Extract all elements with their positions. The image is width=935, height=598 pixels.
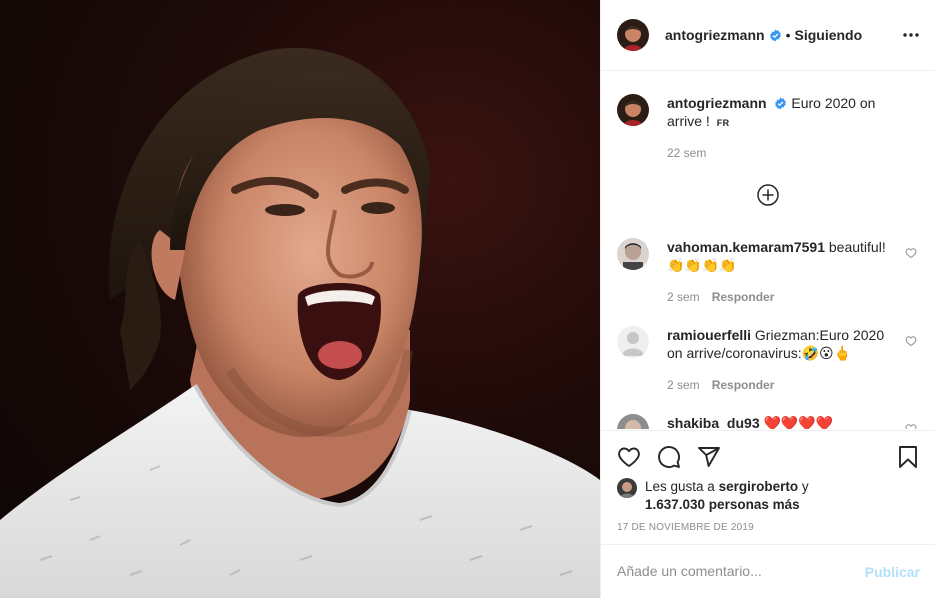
publish-button[interactable]: Publicar bbox=[865, 564, 920, 580]
reply-button[interactable]: Responder bbox=[712, 290, 775, 304]
comment-item: shakiba_du93 ❤️❤️❤️❤️ bbox=[617, 414, 917, 429]
likes-text: Les gusta a sergiroberto y 1.637.030 per… bbox=[645, 478, 809, 514]
plus-circle-icon[interactable] bbox=[757, 184, 779, 206]
comment-age[interactable]: 2 sem bbox=[667, 378, 700, 392]
caption-row: antogriezmann Euro 2020 on arrive ! FR 2… bbox=[617, 94, 917, 162]
comment-username[interactable]: ramiouerfelli bbox=[667, 327, 751, 343]
likes-prefix: Les gusta a bbox=[645, 479, 715, 494]
commenter-avatar[interactable] bbox=[617, 238, 649, 270]
comment-meta: 2 sem Responder bbox=[667, 376, 893, 394]
reply-button[interactable]: Responder bbox=[712, 378, 775, 392]
post-date[interactable]: 17 DE NOVIEMBRE DE 2019 bbox=[617, 522, 754, 533]
comment-body: vahoman.kemaram7591 beautiful!👏👏👏👏 2 sem… bbox=[667, 238, 893, 306]
paper-plane-icon[interactable] bbox=[697, 445, 721, 469]
comments-list[interactable]: antogriezmann Euro 2020 on arrive ! FR 2… bbox=[601, 72, 935, 429]
likes-count[interactable]: 1.637.030 personas más bbox=[645, 497, 800, 512]
commenter-avatar[interactable] bbox=[617, 326, 649, 358]
caption-username[interactable]: antogriezmann bbox=[667, 95, 767, 111]
post-header: antogriezmann • Siguiendo bbox=[601, 0, 935, 71]
comment-text: ❤️❤️❤️❤️ bbox=[763, 415, 834, 429]
caption-age[interactable]: 22 sem bbox=[667, 144, 893, 162]
likes-joiner: y bbox=[801, 479, 809, 494]
verified-badge-icon bbox=[769, 29, 782, 42]
author-username[interactable]: antogriezmann bbox=[665, 27, 765, 43]
comment-item: vahoman.kemaram7591 beautiful!👏👏👏👏 2 sem… bbox=[617, 238, 917, 306]
comment-input[interactable] bbox=[617, 563, 857, 579]
comment-body: shakiba_du93 ❤️❤️❤️❤️ bbox=[667, 414, 893, 429]
bookmark-icon[interactable] bbox=[896, 445, 920, 469]
comment-username[interactable]: shakiba_du93 bbox=[667, 415, 760, 429]
likes-summary: Les gusta a sergiroberto y 1.637.030 per… bbox=[617, 478, 809, 514]
post-photo[interactable] bbox=[0, 0, 600, 598]
add-comment-section: Publicar bbox=[601, 544, 935, 598]
comment-age[interactable]: 2 sem bbox=[667, 290, 700, 304]
player-photo-illustration bbox=[0, 47, 600, 598]
liker-avatar[interactable] bbox=[617, 478, 637, 498]
comment-meta: 2 sem Responder bbox=[667, 288, 893, 306]
heart-icon[interactable] bbox=[617, 445, 641, 469]
heart-icon[interactable] bbox=[905, 422, 917, 429]
following-button[interactable]: Siguiendo bbox=[794, 27, 862, 43]
comment-item: ramiouerfelli Griezman:Euro 2020 on arri… bbox=[617, 326, 917, 394]
separator-dot: • bbox=[785, 27, 791, 43]
post-actions: Les gusta a sergiroberto y 1.637.030 per… bbox=[601, 430, 935, 543]
heart-icon[interactable] bbox=[905, 334, 917, 347]
comment-username[interactable]: vahoman.kemaram7591 bbox=[667, 239, 825, 255]
caption-author-avatar[interactable] bbox=[617, 94, 649, 126]
language-badge: FR bbox=[716, 118, 730, 128]
liker-username[interactable]: sergiroberto bbox=[719, 479, 799, 494]
caption-body: antogriezmann Euro 2020 on arrive ! FR 2… bbox=[667, 94, 893, 162]
more-dots-icon[interactable] bbox=[902, 26, 920, 44]
commenter-avatar[interactable] bbox=[617, 414, 649, 429]
author-avatar[interactable] bbox=[617, 19, 649, 51]
verified-badge-icon bbox=[774, 96, 787, 110]
comment-body: ramiouerfelli Griezman:Euro 2020 on arri… bbox=[667, 326, 893, 394]
heart-icon[interactable] bbox=[905, 246, 917, 259]
post-side-panel: antogriezmann • Siguiendo antogriezmann … bbox=[600, 0, 935, 598]
comment-bubble-icon[interactable] bbox=[657, 445, 681, 469]
